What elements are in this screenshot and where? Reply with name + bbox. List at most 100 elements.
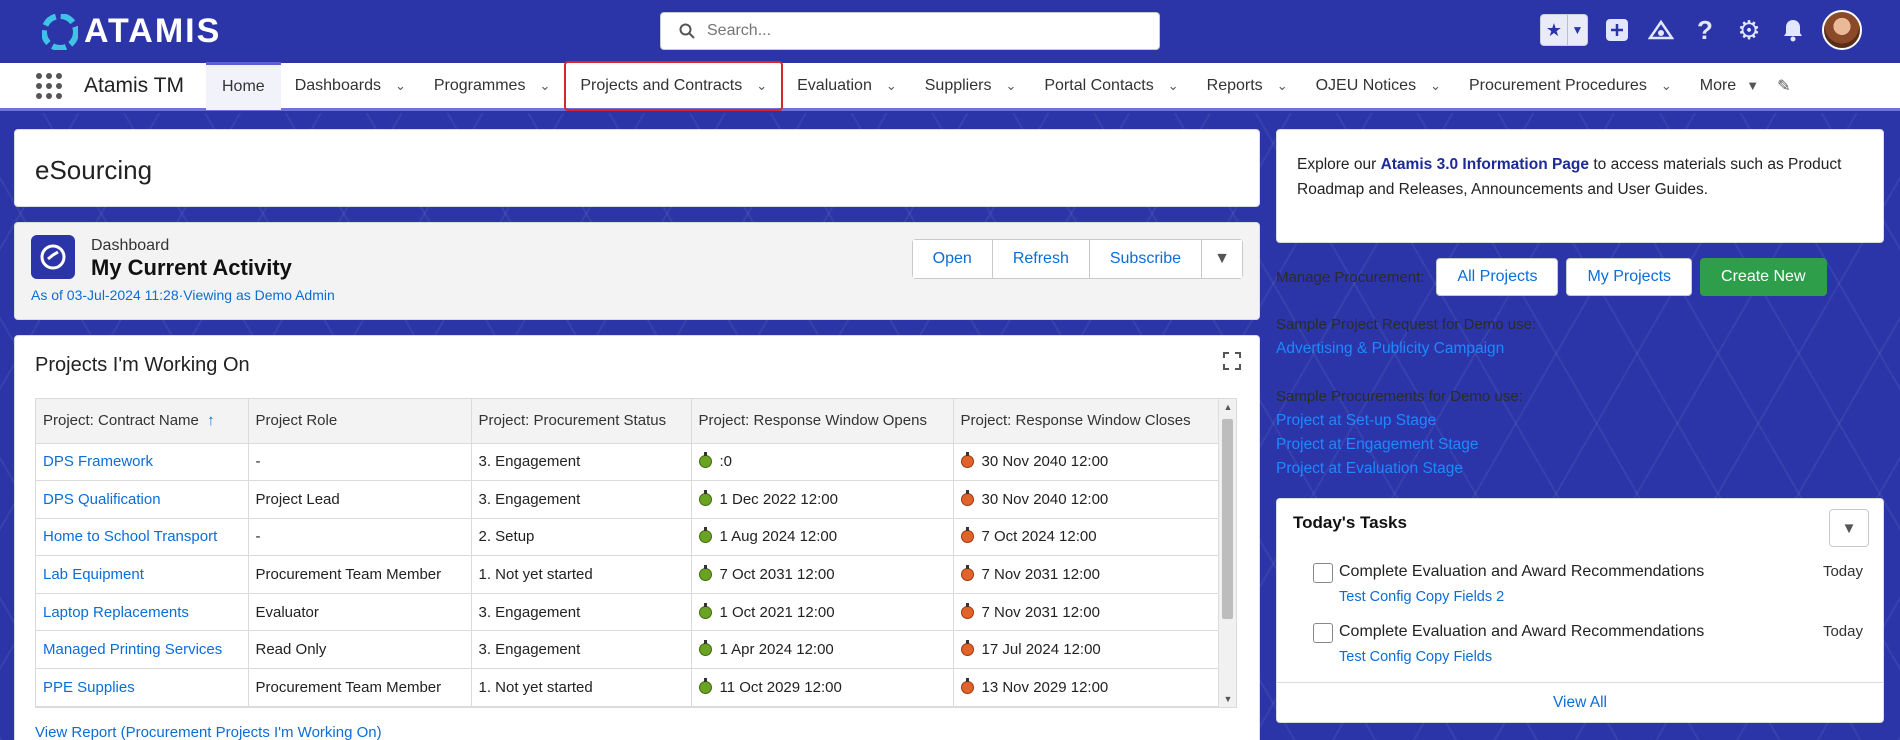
task-related-link[interactable]: Test Config Copy Fields 2	[1339, 589, 1504, 605]
chevron-down-icon[interactable]: ⌄	[395, 78, 406, 94]
chevron-down-icon[interactable]: ⌄	[1168, 78, 1179, 94]
cell-window-opens: 1 Oct 2021 12:00	[691, 593, 954, 632]
expand-icon[interactable]	[1223, 352, 1243, 372]
cell-window-closes: 30 Nov 2040 12:00	[953, 443, 1219, 482]
chevron-down-icon[interactable]: ⌄	[756, 78, 767, 94]
edit-nav-pencil-icon[interactable]: ✎	[1777, 76, 1790, 96]
nav-tab-ojeu-notices[interactable]: OJEU Notices ⌄	[1302, 62, 1455, 110]
window-opens-value: 1 Dec 2022 12:00	[719, 490, 838, 508]
cell-window-opens: 1 Dec 2022 12:00	[691, 480, 954, 519]
task-checkbox[interactable]	[1313, 623, 1333, 643]
star-icon[interactable]: ★	[1541, 15, 1567, 45]
nav-tab-projects-and-contracts[interactable]: Projects and Contracts ⌄	[564, 60, 784, 111]
window-closes-value: 7 Nov 2031 12:00	[981, 566, 1100, 584]
projects-table-wrapper: Project: Contract Name ↑ Project Role Pr…	[35, 398, 1237, 708]
task-title[interactable]: Complete Evaluation and Award Recommenda…	[1339, 623, 1704, 641]
cell-contract-name: PPE Supplies	[36, 668, 249, 707]
window-opens-value: 1 Oct 2021 12:00	[719, 603, 835, 621]
chevron-down-icon[interactable]: ⌄	[539, 78, 550, 94]
header-utility-icons: ★ ▼ ? ⚙	[1540, 10, 1862, 50]
chevron-down-icon[interactable]: ⌄	[1430, 78, 1441, 94]
atamis-logo[interactable]: ATAMIS	[42, 12, 221, 51]
nav-tab-reports[interactable]: Reports ⌄	[1193, 62, 1302, 110]
cell-window-opens: 1 Apr 2024 12:00	[691, 630, 954, 670]
task-related-link[interactable]: Test Config Copy Fields	[1339, 649, 1492, 665]
trailhead-icon[interactable]	[1646, 15, 1676, 45]
nav-tab-label: Dashboards	[294, 76, 381, 94]
sample-request-link[interactable]: Advertising & Publicity Campaign	[1276, 340, 1504, 358]
contract-name-link[interactable]: Home to School Transport	[43, 528, 217, 545]
nav-tab-label: Home	[222, 78, 265, 95]
favorites-dropdown-icon[interactable]: ▼	[1567, 15, 1587, 45]
chevron-down-icon[interactable]: ⌄	[1661, 78, 1672, 94]
open-button[interactable]: Open	[912, 240, 993, 278]
contract-name-link[interactable]: DPS Qualification	[43, 491, 161, 508]
notifications-bell-icon[interactable]	[1778, 15, 1808, 45]
create-new-button[interactable]: Create New	[1700, 258, 1827, 296]
task-title[interactable]: Complete Evaluation and Award Recommenda…	[1339, 563, 1704, 581]
sample-request-label: Sample Project Request for Demo use:	[1276, 316, 1537, 333]
contract-name-link[interactable]: Laptop Replacements	[43, 604, 189, 621]
contract-name-link[interactable]: PPE Supplies	[43, 679, 135, 696]
view-report-link[interactable]: View Report (Procurement Projects I'm Wo…	[35, 724, 382, 740]
my-projects-button[interactable]: My Projects	[1566, 258, 1693, 296]
refresh-button[interactable]: Refresh	[992, 240, 1090, 278]
more-actions-dropdown[interactable]: ▼	[1202, 240, 1242, 278]
setup-gear-icon[interactable]: ⚙	[1734, 15, 1764, 45]
view-all-tasks-link[interactable]: View All	[1277, 682, 1883, 722]
nav-tab-label: Suppliers	[924, 76, 992, 94]
window-opens-value: :0	[719, 453, 733, 471]
cell-contract-name: Lab Equipment	[36, 555, 249, 594]
nav-tab-dashboards[interactable]: Dashboards ⌄	[281, 62, 420, 110]
contract-name-link[interactable]: Managed Printing Services	[43, 641, 222, 658]
nav-tab-programmes[interactable]: Programmes ⌄	[420, 62, 564, 110]
sample-procurement-link-engagement[interactable]: Project at Engagement Stage	[1276, 436, 1479, 454]
app-launcher-icon[interactable]	[36, 72, 62, 99]
window-closes-value: 7 Oct 2024 12:00	[981, 528, 1097, 546]
subscribe-button[interactable]: Subscribe	[1089, 240, 1202, 278]
column-header-project-role[interactable]: Project Role	[248, 399, 472, 444]
scroll-down-arrow-icon[interactable]: ▼	[1219, 691, 1236, 707]
sample-procurement-link-evaluation[interactable]: Project at Evaluation Stage	[1276, 460, 1463, 478]
window-closes-value: 13 Nov 2029 12:00	[981, 678, 1109, 696]
column-header-response-window-closes[interactable]: Project: Response Window Closes	[953, 399, 1219, 444]
cell-project-role: Project Lead	[248, 480, 472, 519]
nav-tab-portal-contacts[interactable]: Portal Contacts ⌄	[1030, 62, 1192, 110]
contract-name-link[interactable]: Lab Equipment	[43, 566, 144, 583]
contract-name-link[interactable]: DPS Framework	[43, 453, 153, 470]
chevron-down-icon[interactable]: ⌄	[886, 78, 897, 94]
cell-window-closes: 7 Oct 2024 12:00	[953, 518, 1219, 557]
global-actions-plus-icon[interactable]	[1602, 15, 1632, 45]
column-header-procurement-status[interactable]: Project: Procurement Status	[471, 399, 692, 444]
green-status-icon	[698, 640, 712, 657]
info-page-link[interactable]: Atamis 3.0 Information Page	[1381, 156, 1589, 173]
cell-procurement-status: 3. Engagement	[471, 480, 692, 519]
nav-tab-procurement-procedures[interactable]: Procurement Procedures ⌄	[1455, 62, 1686, 110]
global-search[interactable]	[660, 12, 1160, 50]
red-status-icon	[960, 602, 974, 619]
global-header: ATAMIS ★ ▼ ? ⚙	[0, 0, 1900, 63]
nav-tab-label: Portal Contacts	[1044, 76, 1154, 94]
nav-more-menu[interactable]: More ▼	[1686, 77, 1773, 95]
search-input[interactable]	[707, 22, 1127, 40]
cell-window-opens: 7 Oct 2031 12:00	[691, 555, 954, 594]
scroll-up-arrow-icon[interactable]: ▲	[1219, 399, 1236, 415]
table-scrollbar[interactable]: ▲ ▼	[1218, 399, 1236, 707]
task-checkbox[interactable]	[1313, 563, 1333, 583]
nav-tab-suppliers[interactable]: Suppliers ⌄	[911, 62, 1031, 110]
nav-tab-home[interactable]: Home	[206, 61, 281, 110]
nav-tab-evaluation[interactable]: Evaluation ⌄	[783, 62, 911, 110]
green-status-icon	[698, 527, 712, 544]
scrollbar-thumb[interactable]	[1222, 419, 1233, 619]
chevron-down-icon[interactable]: ⌄	[1277, 78, 1288, 94]
user-avatar[interactable]	[1822, 10, 1862, 50]
tasks-filter-dropdown[interactable]: ▼	[1829, 509, 1869, 547]
help-icon[interactable]: ?	[1690, 15, 1720, 45]
column-header-response-window-opens[interactable]: Project: Response Window Opens	[691, 399, 954, 444]
column-header-contract-name[interactable]: Project: Contract Name ↑	[36, 399, 249, 444]
sample-procurement-link-setup[interactable]: Project at Set-up Stage	[1276, 412, 1436, 430]
chevron-down-icon[interactable]: ⌄	[1005, 78, 1016, 94]
table-header-row: Project: Contract Name ↑ Project Role Pr…	[36, 399, 1219, 444]
nav-tab-label: Evaluation	[797, 76, 872, 94]
all-projects-button[interactable]: All Projects	[1436, 258, 1559, 296]
